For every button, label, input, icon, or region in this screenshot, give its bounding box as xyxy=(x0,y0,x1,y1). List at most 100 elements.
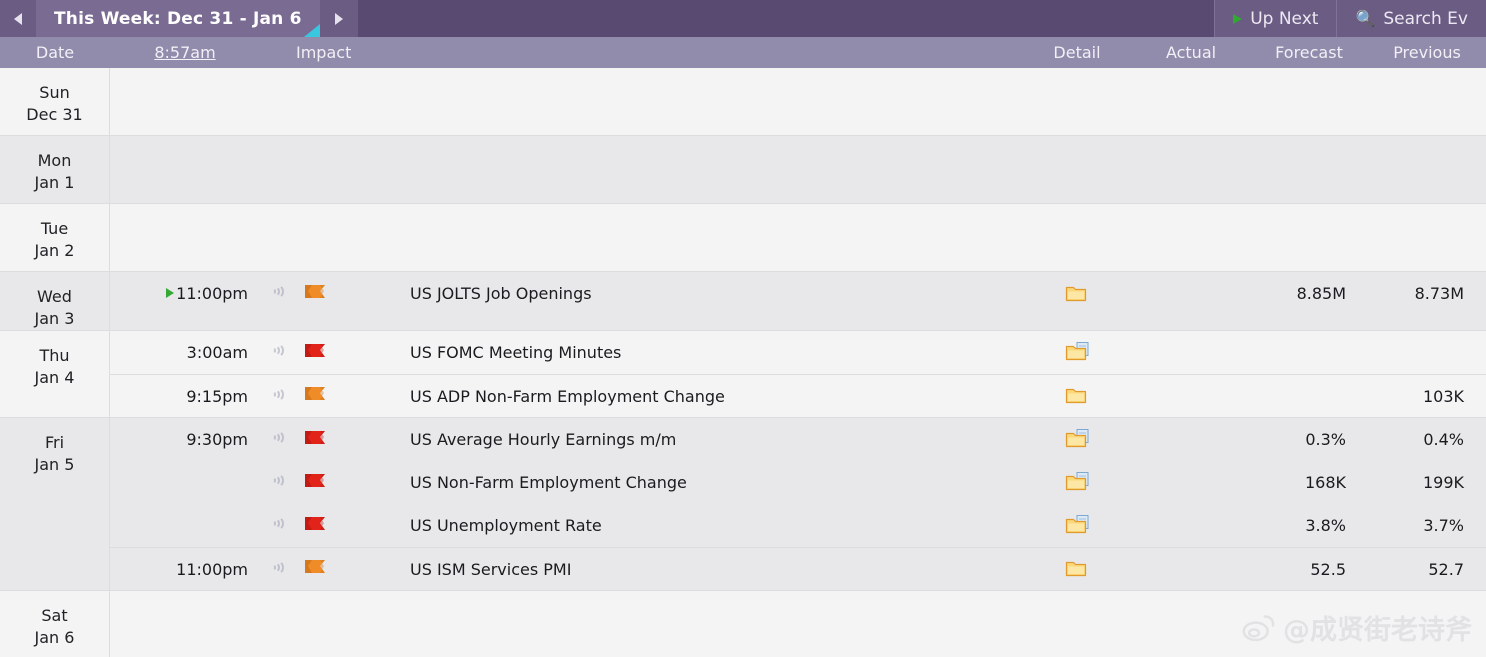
date-cell-tue[interactable]: Tue Jan 2 xyxy=(0,204,110,271)
date-weekday: Sun xyxy=(39,83,70,102)
next-week-button[interactable] xyxy=(319,0,358,37)
column-header-date[interactable]: Date xyxy=(0,43,110,62)
red-flag-icon xyxy=(304,515,326,533)
event-detail-cell[interactable] xyxy=(1022,471,1132,495)
event-detail-cell[interactable] xyxy=(1022,282,1132,306)
day-event-rows: 11:00pm US JOLTS Job Openings 8.85M 8.73… xyxy=(110,272,1486,330)
event-detail-cell[interactable] xyxy=(1022,341,1132,365)
table-row[interactable]: 3:00am US FOMC Meeting Minutes xyxy=(110,331,1486,374)
day-group-fri: Fri Jan 5 9:30pm US Average Hourly Earni… xyxy=(0,418,1486,591)
column-header-row: Date 8:57am Impact Detail Actual Forecas… xyxy=(0,37,1486,68)
red-flag-icon xyxy=(304,472,326,490)
day-event-rows: 3:00am US FOMC Meeting Minutes 9:15pm US… xyxy=(110,331,1486,417)
event-previous-value: 8.73M xyxy=(1414,284,1464,303)
date-weekday: Thu xyxy=(39,346,70,365)
audio-icon[interactable] xyxy=(268,430,284,446)
event-impact-cell[interactable] xyxy=(290,429,405,451)
up-next-button[interactable]: Up Next xyxy=(1214,0,1337,37)
date-cell-fri[interactable]: Fri Jan 5 xyxy=(0,418,110,590)
date-cell-thu[interactable]: Thu Jan 4 xyxy=(0,331,110,417)
column-header-previous[interactable]: Previous xyxy=(1368,43,1486,62)
orange-flag-icon xyxy=(304,558,326,576)
table-row[interactable]: US Unemployment Rate 3.8% 3.7% xyxy=(110,504,1486,547)
event-detail-cell[interactable] xyxy=(1022,557,1132,581)
date-cell-mon[interactable]: Mon Jan 1 xyxy=(0,136,110,203)
previous-week-button[interactable] xyxy=(0,0,36,37)
triangle-right-icon xyxy=(334,12,343,25)
event-title[interactable]: US Non-Farm Employment Change xyxy=(405,473,1022,492)
folder-document-icon[interactable] xyxy=(1065,514,1089,534)
audio-icon[interactable] xyxy=(268,516,284,532)
red-flag-icon xyxy=(304,429,326,447)
day-event-rows: 9:30pm US Average Hourly Earnings m/m 0.… xyxy=(110,418,1486,590)
event-audio-cell[interactable] xyxy=(260,559,290,579)
date-monthday: Jan 6 xyxy=(34,628,75,647)
event-impact-cell[interactable] xyxy=(290,515,405,537)
up-next-marker-icon xyxy=(166,288,175,298)
folder-icon[interactable] xyxy=(1065,384,1089,404)
audio-icon[interactable] xyxy=(268,473,284,489)
event-impact-cell[interactable] xyxy=(290,342,405,364)
event-forecast-value: 52.5 xyxy=(1310,559,1346,579)
event-previous-value: 0.4% xyxy=(1423,430,1464,449)
event-detail-cell[interactable] xyxy=(1022,428,1132,452)
audio-icon[interactable] xyxy=(268,343,284,359)
empty-day-row xyxy=(110,204,1486,271)
date-cell-wed[interactable]: Wed Jan 3 xyxy=(0,272,110,330)
folder-icon[interactable] xyxy=(1065,282,1089,302)
event-audio-cell[interactable] xyxy=(260,284,290,304)
event-audio-cell[interactable] xyxy=(260,516,290,536)
tab-corner-marker xyxy=(303,24,320,37)
column-header-actual[interactable]: Actual xyxy=(1132,43,1250,62)
day-event-rows xyxy=(110,591,1486,657)
week-tab[interactable]: This Week: Dec 31 - Jan 6 xyxy=(36,0,320,37)
event-detail-cell[interactable] xyxy=(1022,514,1132,538)
date-cell-sat[interactable]: Sat Jan 6 xyxy=(0,591,110,657)
table-row[interactable]: 9:30pm US Average Hourly Earnings m/m 0.… xyxy=(110,418,1486,461)
date-weekday: Sat xyxy=(41,606,68,625)
event-impact-cell[interactable] xyxy=(290,558,405,580)
event-title[interactable]: US Unemployment Rate xyxy=(405,516,1022,535)
event-detail-cell[interactable] xyxy=(1022,384,1132,408)
table-row[interactable]: 11:00pm US ISM Services PMI 52.5 52.7 xyxy=(110,547,1486,590)
event-audio-cell[interactable] xyxy=(260,430,290,450)
column-header-detail[interactable]: Detail xyxy=(1022,43,1132,62)
event-title[interactable]: US Average Hourly Earnings m/m xyxy=(405,430,1022,449)
folder-document-icon[interactable] xyxy=(1065,428,1089,448)
calendar-table: Sun Dec 31 Mon Jan 1 Tue Jan 2 Wed Jan 3… xyxy=(0,68,1486,657)
event-impact-cell[interactable] xyxy=(290,385,405,407)
audio-icon[interactable] xyxy=(268,559,284,575)
event-impact-cell[interactable] xyxy=(290,283,405,305)
column-header-time[interactable]: 8:57am xyxy=(110,43,260,62)
event-audio-cell[interactable] xyxy=(260,343,290,363)
column-header-impact[interactable]: Impact xyxy=(290,43,411,62)
week-tab-label: This Week: Dec 31 - Jan 6 xyxy=(54,8,302,29)
table-row[interactable]: US Non-Farm Employment Change 168K 199K xyxy=(110,461,1486,504)
day-event-rows xyxy=(110,204,1486,271)
event-previous-value: 199K xyxy=(1422,473,1464,492)
date-cell-sun[interactable]: Sun Dec 31 xyxy=(0,68,110,135)
folder-icon[interactable] xyxy=(1065,557,1089,577)
event-title[interactable]: US JOLTS Job Openings xyxy=(405,284,1022,303)
search-events-button[interactable]: 🔍 Search Ev xyxy=(1336,0,1486,37)
date-weekday: Tue xyxy=(40,219,69,238)
play-icon xyxy=(1233,13,1243,24)
folder-document-icon[interactable] xyxy=(1065,341,1089,361)
table-row[interactable]: 11:00pm US JOLTS Job Openings 8.85M 8.73… xyxy=(110,272,1486,315)
column-header-forecast[interactable]: Forecast xyxy=(1250,43,1368,62)
event-forecast-value: 0.3% xyxy=(1305,430,1346,449)
clock-time-link[interactable]: 8:57am xyxy=(154,43,215,62)
table-row[interactable]: 9:15pm US ADP Non-Farm Employment Change… xyxy=(110,374,1486,417)
audio-icon[interactable] xyxy=(268,386,284,402)
up-next-label: Up Next xyxy=(1250,8,1319,29)
event-impact-cell[interactable] xyxy=(290,472,405,494)
event-audio-cell[interactable] xyxy=(260,386,290,406)
folder-document-icon[interactable] xyxy=(1065,471,1089,491)
event-audio-cell[interactable] xyxy=(260,473,290,493)
event-title[interactable]: US FOMC Meeting Minutes xyxy=(405,343,1022,362)
audio-icon[interactable] xyxy=(268,284,284,300)
date-weekday: Mon xyxy=(37,151,72,170)
event-title[interactable]: US ADP Non-Farm Employment Change xyxy=(405,387,1022,406)
date-monthday: Jan 1 xyxy=(34,173,75,192)
event-title[interactable]: US ISM Services PMI xyxy=(405,560,1022,579)
